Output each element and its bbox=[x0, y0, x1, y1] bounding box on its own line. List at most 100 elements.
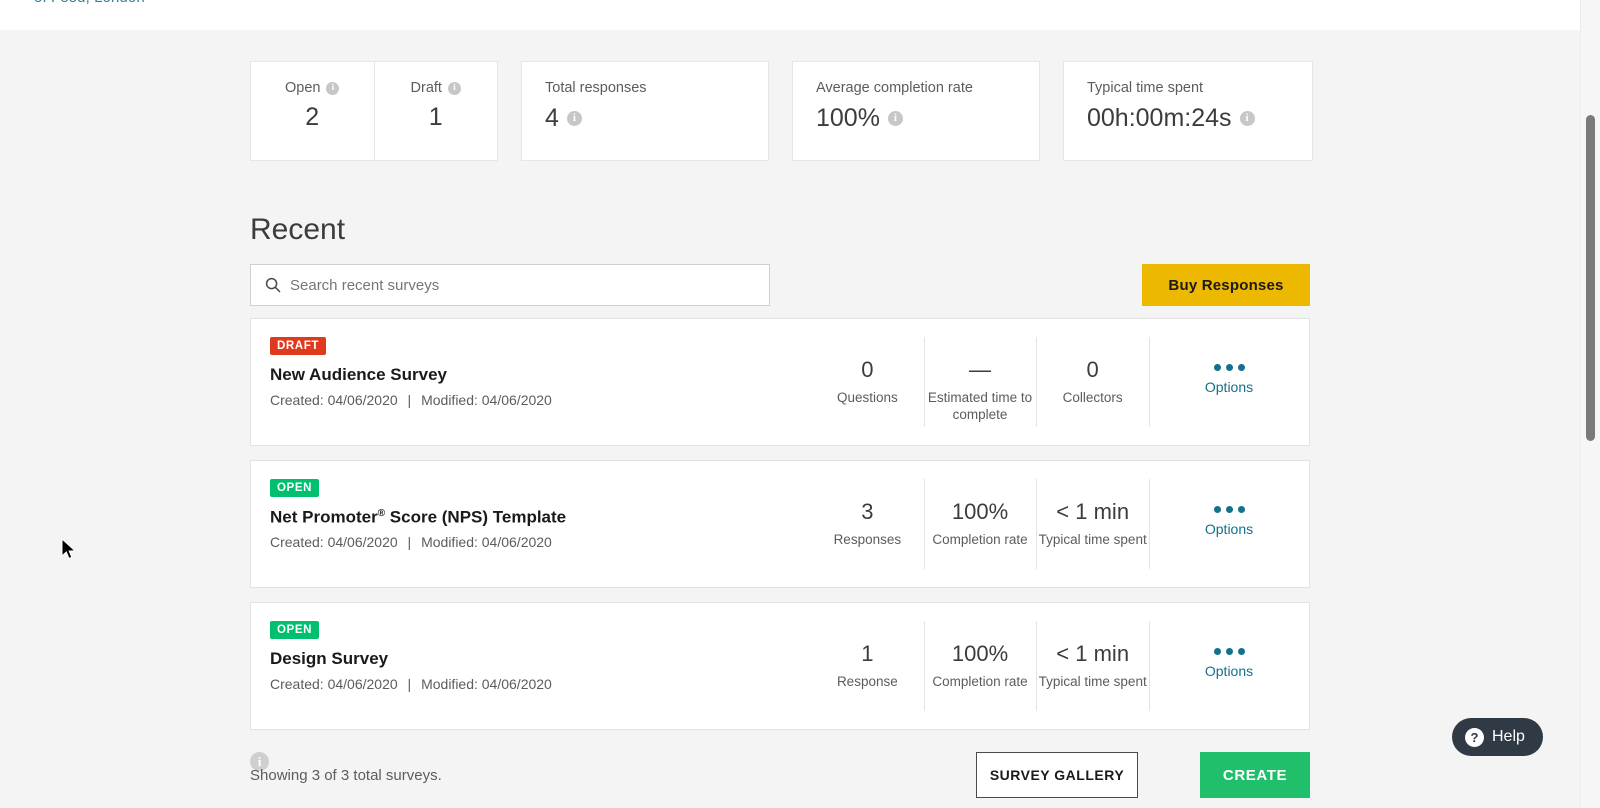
metric-value: 0 bbox=[1086, 357, 1099, 382]
metric-label: Responses bbox=[833, 532, 902, 547]
status-badge: DRAFT bbox=[270, 337, 326, 356]
stat-average-completion-rate-value: 100% bbox=[816, 103, 880, 132]
stat-draft-label-wrap: Draft i bbox=[411, 81, 461, 96]
metric-label: Typical time spent bbox=[1038, 674, 1147, 689]
metric-label: Completion rate bbox=[932, 532, 1028, 547]
stat-open-label-wrap: Open i bbox=[285, 80, 340, 96]
metric-value: < 1 min bbox=[1056, 641, 1130, 666]
info-icon[interactable]: i bbox=[887, 110, 903, 126]
list-footer: Showing 3 of 3 total surveys. SURVEY GAL… bbox=[250, 752, 1310, 808]
survey-gallery-button[interactable]: SURVEY GALLERY bbox=[976, 752, 1138, 798]
survey-dates: Created: 04/06/2020 | Modified: 04/06/20… bbox=[270, 675, 811, 692]
table-row[interactable]: OPEN Net Promoter® Score (NPS) Template … bbox=[250, 460, 1310, 588]
survey-dates: Created: 04/06/2020 | Modified: 04/06/20… bbox=[270, 535, 811, 550]
survey-metrics: 1 Response 100% Completion rate < 1 min … bbox=[811, 603, 1149, 729]
showing-count: Showing 3 of 3 total surveys. bbox=[250, 767, 442, 784]
info-icon[interactable]: i bbox=[447, 81, 461, 95]
metric-responses: 1 Response bbox=[811, 603, 924, 729]
date-separator: | bbox=[407, 675, 412, 692]
stat-card-average-completion-rate: Average completion rate 100% i bbox=[792, 61, 1040, 161]
survey-info: OPEN Design Survey Created: 04/06/2020 |… bbox=[251, 603, 811, 729]
stat-typical-time-spent: Typical time spent 00h:00m:24s i bbox=[1064, 62, 1312, 160]
stat-card-open-draft: Open i 2 Draft i 1 bbox=[250, 61, 498, 161]
options-label: Options bbox=[1204, 521, 1254, 537]
breadcrumb[interactable]: of Feed, London bbox=[34, 0, 145, 6]
metric-completion-rate: 100% Completion rate bbox=[923, 461, 1037, 587]
metric-responses: 3 Responses bbox=[811, 461, 924, 587]
survey-title-main: Net Promoter bbox=[270, 507, 378, 527]
survey-title[interactable]: Design Survey bbox=[270, 649, 811, 669]
stat-total-responses-label: Total responses bbox=[545, 80, 647, 96]
options-label: Options bbox=[1204, 379, 1254, 395]
metric-value: 100% bbox=[951, 499, 1009, 524]
stat-card-typical-time-spent: Typical time spent 00h:00m:24s i bbox=[1063, 61, 1313, 161]
scrollbar-thumb[interactable] bbox=[1586, 115, 1595, 441]
metric-label: Completion rate bbox=[932, 674, 1028, 689]
survey-title[interactable]: New Audience Survey bbox=[270, 365, 811, 385]
options-label: Options bbox=[1204, 663, 1254, 679]
registered-trademark-icon: ® bbox=[377, 508, 386, 520]
info-icon[interactable]: i bbox=[326, 81, 340, 95]
options-button[interactable]: Options bbox=[1149, 461, 1309, 587]
create-button[interactable]: CREATE bbox=[1200, 752, 1310, 798]
stat-typical-time-spent-value-wrap: 00h:00m:24s i bbox=[1087, 103, 1312, 132]
stat-open-label: Open bbox=[285, 80, 321, 96]
options-button[interactable]: Options bbox=[1149, 319, 1309, 445]
page-title: Recent bbox=[250, 213, 346, 246]
info-icon[interactable]: i bbox=[566, 110, 582, 126]
search-recent-surveys[interactable] bbox=[250, 264, 770, 306]
status-badge: OPEN bbox=[270, 479, 319, 498]
metric-label: Typical time spent bbox=[1038, 532, 1147, 547]
survey-title-rest: Score (NPS) Template bbox=[385, 507, 567, 527]
metric-value: 0 bbox=[861, 357, 874, 382]
metric-label: Questions bbox=[836, 390, 898, 405]
stat-average-completion-rate-value-wrap: 100% i bbox=[816, 103, 1039, 132]
stat-total-responses-value-wrap: 4 i bbox=[545, 105, 768, 131]
survey-modified: Modified: 04/06/2020 bbox=[421, 675, 552, 692]
ellipsis-icon bbox=[1149, 359, 1309, 375]
help-label: Help bbox=[1492, 728, 1525, 745]
survey-metrics: 0 Questions — Estimated time to complete… bbox=[811, 319, 1149, 445]
date-separator: | bbox=[407, 534, 412, 551]
scrollbar[interactable] bbox=[1580, 0, 1600, 808]
search-icon bbox=[265, 277, 281, 293]
stat-draft: Draft i 1 bbox=[373, 62, 498, 160]
top-header-strip: of Feed, London bbox=[0, 0, 1580, 30]
page-content: Open i 2 Draft i 1 Total responses 4 i A… bbox=[0, 30, 1580, 808]
survey-title[interactable]: Net Promoter® Score (NPS) Template bbox=[270, 508, 811, 527]
summary-stats-row: Open i 2 Draft i 1 Total responses 4 i A… bbox=[250, 61, 1313, 161]
status-badge: OPEN bbox=[270, 621, 319, 640]
survey-modified: Modified: 04/06/2020 bbox=[421, 534, 552, 551]
survey-created: Created: 04/06/2020 bbox=[270, 675, 398, 692]
metric-value: 1 bbox=[861, 641, 874, 666]
survey-created: Created: 04/06/2020 bbox=[270, 391, 398, 408]
survey-info: DRAFT New Audience Survey Created: 04/06… bbox=[251, 319, 811, 445]
metric-completion-rate: 100% Completion rate bbox=[923, 603, 1037, 729]
table-row[interactable]: DRAFT New Audience Survey Created: 04/06… bbox=[250, 318, 1310, 446]
stat-open-value: 2 bbox=[305, 102, 320, 131]
stat-typical-time-spent-label: Typical time spent bbox=[1087, 80, 1204, 96]
survey-metrics: 3 Responses 100% Completion rate < 1 min… bbox=[811, 461, 1149, 587]
options-button[interactable]: Options bbox=[1149, 603, 1309, 729]
date-separator: | bbox=[407, 391, 412, 408]
ellipsis-icon bbox=[1149, 643, 1309, 659]
question-mark-icon: ? bbox=[1465, 727, 1484, 747]
metric-label: Response bbox=[836, 674, 898, 689]
stat-average-completion-rate-label: Average completion rate bbox=[816, 80, 973, 96]
stat-average-completion-rate: Average completion rate 100% i bbox=[793, 62, 1039, 160]
search-input[interactable] bbox=[290, 265, 769, 305]
metric-collectors: 0 Collectors bbox=[1036, 319, 1149, 445]
metric-value: 3 bbox=[861, 499, 874, 524]
metric-typical-time-spent: < 1 min Typical time spent bbox=[1036, 461, 1149, 587]
buy-responses-button[interactable]: Buy Responses bbox=[1142, 264, 1310, 306]
survey-modified: Modified: 04/06/2020 bbox=[421, 391, 552, 408]
stat-draft-value: 1 bbox=[428, 102, 443, 131]
info-icon[interactable]: i bbox=[1239, 110, 1255, 126]
stat-typical-time-spent-value: 00h:00m:24s bbox=[1087, 103, 1232, 132]
survey-list: DRAFT New Audience Survey Created: 04/06… bbox=[250, 318, 1310, 744]
metric-value: — bbox=[969, 357, 991, 382]
table-row[interactable]: OPEN Design Survey Created: 04/06/2020 |… bbox=[250, 602, 1310, 730]
stat-draft-label: Draft bbox=[410, 80, 442, 96]
survey-created: Created: 04/06/2020 bbox=[270, 534, 398, 551]
help-button[interactable]: ? Help bbox=[1452, 718, 1543, 756]
